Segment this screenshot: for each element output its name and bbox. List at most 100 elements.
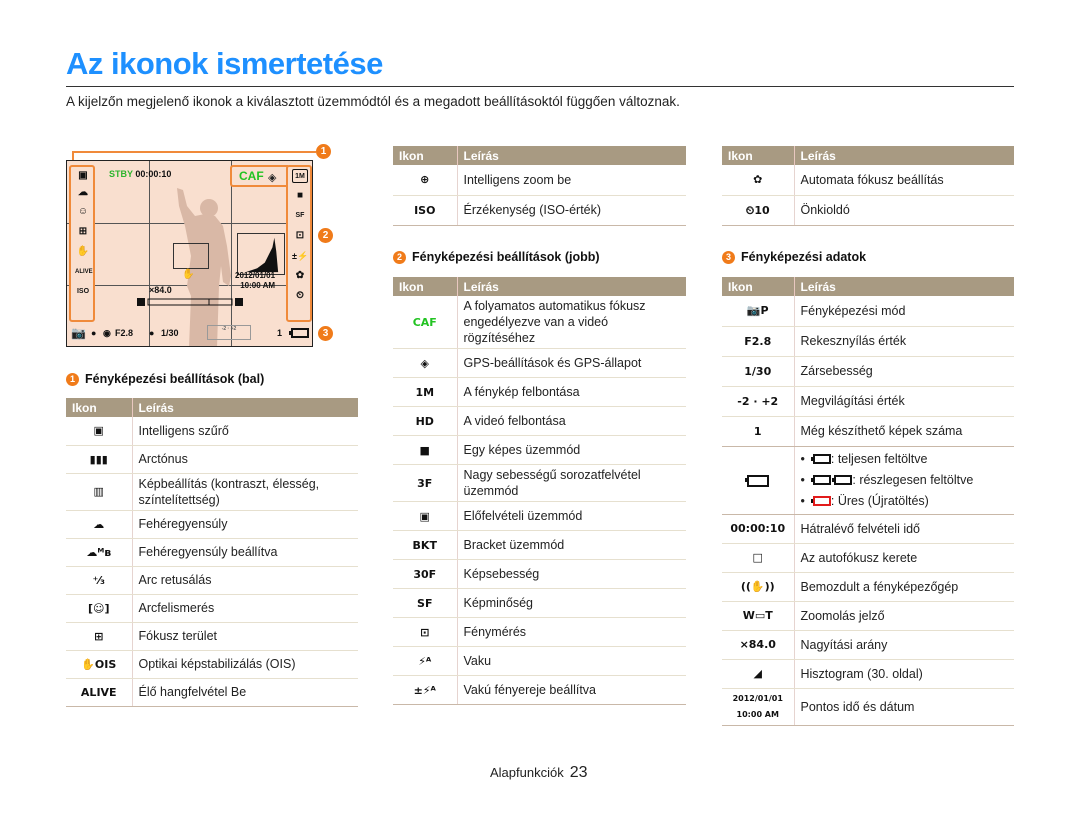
burst-icon: 3F — [417, 476, 433, 490]
record-time: 00:00:10 — [135, 169, 172, 179]
table-row: ⊞ Fókusz terület — [66, 622, 358, 651]
col-header-desc: Leírás — [457, 146, 686, 165]
caf-icon: CAF — [412, 315, 437, 329]
af-frame-icon: □ — [752, 551, 763, 564]
grid-line — [149, 161, 150, 346]
desc-cell: Pontos idő és dátum — [794, 688, 1014, 726]
desc-cell: Az autofókusz kerete — [794, 543, 1014, 573]
table-row: ☁ᴹʙ Fehéregyensúly beállítva — [66, 538, 358, 567]
callout-2: 2 — [318, 228, 333, 243]
flash-ev-icon: ±⚡ — [292, 251, 309, 261]
live-sound-icon: ALIVE — [80, 685, 117, 699]
icon-cell: ▮▮▮ — [66, 445, 133, 474]
shots-remaining-icon: 1 — [753, 424, 762, 438]
table-row: 3F Nagy sebességű sorozatfelvétel üzemmód — [393, 464, 686, 502]
icon-cell: ▣ — [66, 417, 133, 446]
self-timer-icon: ⏲ — [296, 290, 304, 301]
image-adjust-icon: ▥ — [93, 485, 104, 498]
table-row: ⚡ᴬ Vaku — [393, 646, 686, 676]
col-header-desc: Leírás — [132, 398, 358, 417]
icon-cell: ⁺⁄₃ — [66, 566, 133, 595]
icon-cell: ◈ — [393, 348, 458, 378]
table-row: 📷P Fényképezési mód — [722, 296, 1014, 327]
focus-area-icon: ⊞ — [78, 226, 88, 237]
icon-cell: [☺] — [66, 594, 133, 623]
icon-cell: W▭T — [722, 601, 795, 631]
live-sound-icon: ALIVE — [75, 269, 93, 275]
desc-cell: Önkioldó — [794, 195, 1014, 226]
section-title: Fényképezési adatok — [741, 250, 867, 264]
iso-icon: ISO — [76, 288, 90, 295]
section-heading-middle: 2 Fényképezési beállítások (jobb) — [393, 250, 600, 264]
desc-cell: Fénymérés — [457, 617, 686, 647]
section-heading-right: 3 Fényképezési adatok — [722, 250, 866, 264]
left-icon-column: ▣ ☁ ☺ ⊞ ✋ ALIVE ISO — [69, 165, 95, 322]
face-detection-icon: [☺] — [87, 601, 110, 615]
table-row: □ Az autofókusz kerete — [722, 543, 1014, 573]
smart-filter-icon: ▣ — [78, 170, 88, 181]
shooting-info-bar: 📷 ● ◉ F2.8 ● 1/30 -2 · +2 1 — [71, 325, 309, 343]
table-row: ALIVE Élő hangfelvétel Be — [66, 678, 358, 707]
white-balance-icon: ☁ — [93, 517, 105, 531]
table-row: ✿ Automata fókusz beállítás — [722, 165, 1014, 196]
callout-3: 3 — [318, 326, 333, 341]
battery-state-partial: : részlegesen feltöltve — [801, 470, 1009, 491]
aperture-icon: ◉ — [103, 328, 111, 338]
zoom-ratio-icon: ×84.0 — [739, 638, 776, 651]
desc-cell: GPS-beállítások és GPS-állapot — [457, 348, 686, 378]
desc-cell: Arc retusálás — [132, 566, 358, 595]
icon-cell: ISO — [393, 195, 458, 226]
datetime-icon: 2012/01/01 10:00 AM — [732, 693, 783, 719]
footer-section: Alapfunkciók — [490, 765, 564, 780]
desc-cell: Intelligens zoom be — [457, 165, 686, 196]
icon-cell: □ — [722, 543, 795, 573]
table-row: 00:00:10 Hátralévő felvételi idő — [722, 514, 1014, 544]
self-timer-icon: ⏲10 — [745, 203, 770, 217]
exposure-icon: -2 · +2 — [737, 394, 779, 408]
icon-table-middle-top: Ikon Leírás ⊕ Intelligens zoom be ISO Érzéke… — [393, 146, 686, 226]
col-header-desc: Leírás — [794, 277, 1014, 296]
table-row: SF Képminőség — [393, 588, 686, 618]
ois-icon: ✋ — [76, 246, 90, 257]
icon-table-middle: Ikon Leírás CAF A folyamatos automatikus f… — [393, 277, 686, 705]
icon-cell: ■ — [393, 435, 458, 465]
icon-cell: ((✋)) — [722, 572, 795, 602]
zoom-bar — [137, 298, 243, 306]
right-icon-column: 1M ■ SF ⊡ ±⚡ ✿ ⏲ — [286, 165, 312, 322]
icon-cell: SF — [393, 588, 458, 618]
desc-cell: Érzékenység (ISO-érték) — [457, 195, 686, 226]
desc-cell: Fényképezési mód — [794, 296, 1014, 327]
single-shot-icon: ■ — [419, 443, 430, 457]
battery-two-bar-icon — [810, 475, 831, 486]
desc-cell: Nagyítási arány — [794, 630, 1014, 660]
desc-cell: Nagy sebességű sorozatfelvétel üzemmód — [457, 464, 686, 502]
desc-cell: Vakú fényereje beállítva — [457, 675, 686, 705]
zoom-bar-icon: W▭T — [742, 609, 773, 622]
battery-full-icon — [810, 454, 831, 465]
icon-cell: 2012/01/01 10:00 AM — [722, 688, 795, 726]
table-row: ✋OIS Optikai képstabilizálás (OIS) — [66, 650, 358, 679]
iso-icon: ISO — [414, 203, 436, 217]
col-header-icon: Ikon — [393, 146, 458, 165]
table-row: BKT Bracket üzemmód — [393, 530, 686, 560]
face-detection-icon: ☺ — [77, 206, 89, 217]
page-footer: Alapfunkciók 23 — [490, 764, 588, 782]
section-number: 2 — [393, 250, 406, 264]
histogram — [237, 233, 285, 275]
desc-cell: Egy képes üzemmód — [457, 435, 686, 465]
white-balance-custom-icon: ☁ᴹʙ — [86, 545, 112, 559]
table-row: ×84.0 Nagyítási arány — [722, 630, 1014, 660]
desc-cell: Képsebesség — [457, 559, 686, 589]
icon-cell: F2.8 — [722, 326, 795, 357]
table-row: ☁ Fehéregyensúly — [66, 510, 358, 539]
table-row: ▣ Intelligens szűrő — [66, 417, 358, 446]
table-row: 1 Még készíthető képek száma — [722, 416, 1014, 447]
table-row: ■ Egy képes üzemmód — [393, 435, 686, 465]
table-row: ◢ Hisztogram (30. oldal) — [722, 659, 1014, 689]
icon-cell: 1M — [393, 377, 458, 407]
quality-icon: SF — [417, 596, 433, 610]
table-row: ±⚡ᴬ Vakú fényereje beállítva — [393, 675, 686, 705]
caf-indicator: CAF — [239, 169, 264, 183]
shake-icon: ((✋)) — [740, 580, 775, 593]
desc-cell: Zársebesség — [794, 356, 1014, 387]
